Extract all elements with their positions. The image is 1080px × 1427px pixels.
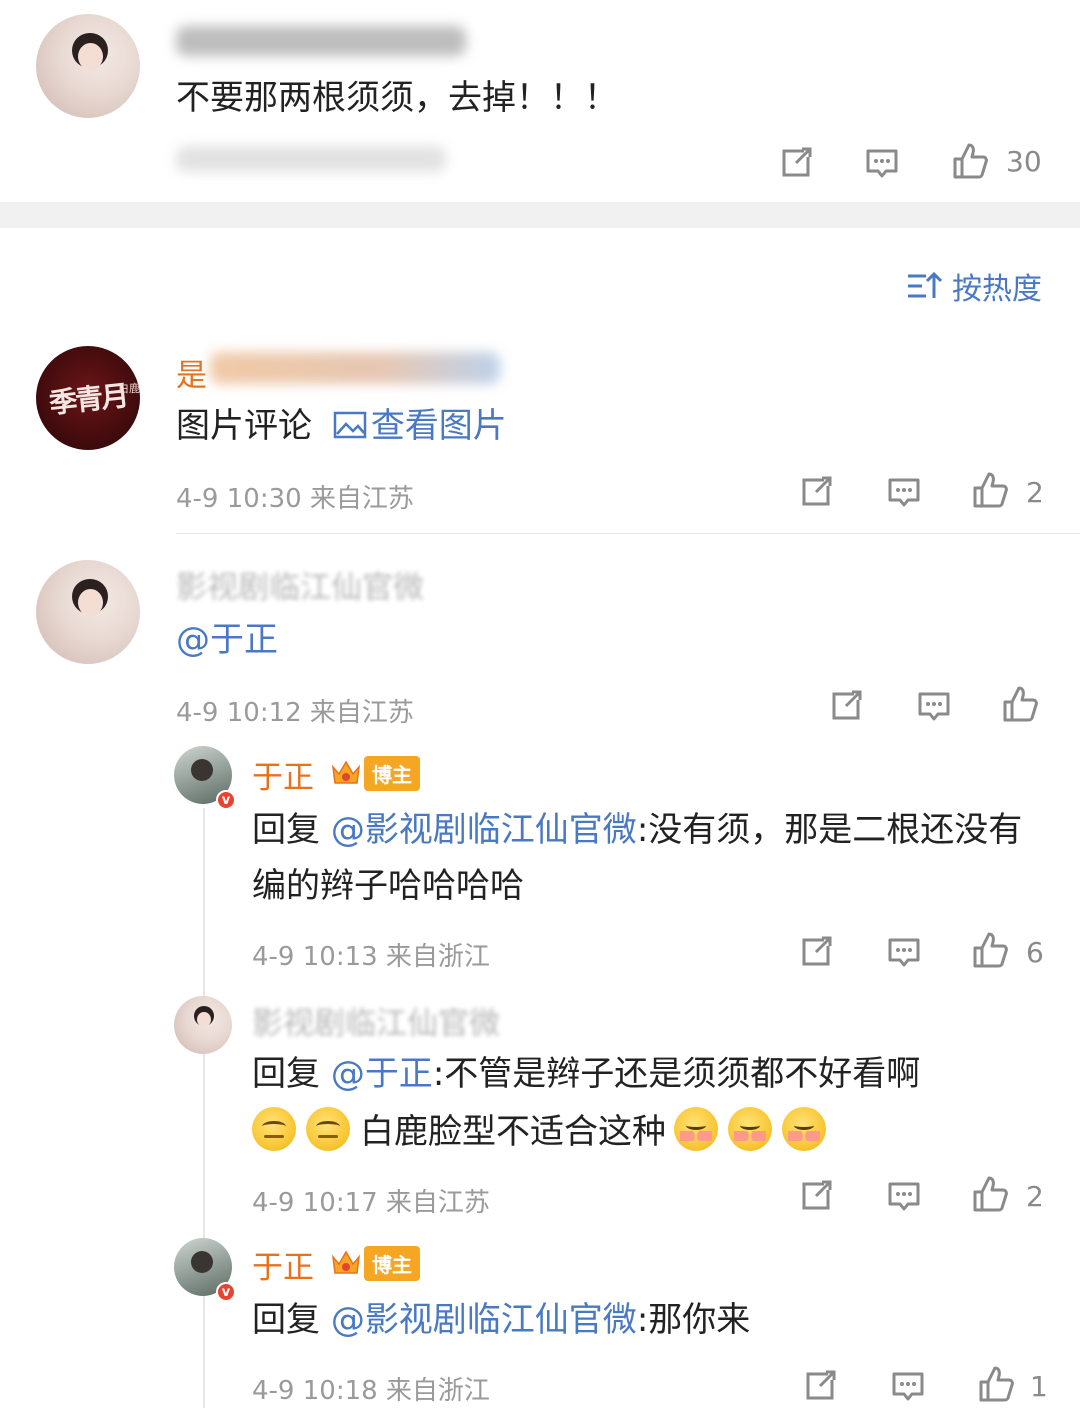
mention-link[interactable]: @影视剧临江仙官微 (331, 810, 637, 850)
reply-text: 回复 @影视剧临江仙官微:没有须，那是二根还没有编的辫子哈哈哈哈 (252, 810, 1023, 906)
section-divider (0, 202, 1080, 228)
repost-icon[interactable] (776, 143, 816, 183)
sad-emoji-icon (252, 1107, 296, 1151)
comment-icon[interactable] (862, 143, 902, 183)
shy-emoji-icon (674, 1107, 718, 1151)
avatar[interactable] (36, 14, 140, 118)
mention-link[interactable]: @影视剧临江仙官微 (331, 1300, 637, 1340)
username[interactable]: 是 (176, 350, 207, 395)
comment-meta: 4-9 10:30 来自江苏 (176, 484, 414, 514)
divider (176, 533, 1080, 534)
avatar-art-text: 季青月 (47, 379, 129, 420)
sort-control[interactable]: 按热度 (906, 266, 1042, 307)
mention-link[interactable]: @于正 (331, 1054, 433, 1094)
comment-text: 图片评论 查看图片 (176, 398, 507, 454)
repost-icon[interactable] (796, 1176, 836, 1216)
username[interactable]: 于正 (252, 752, 314, 797)
mention-link[interactable]: @于正 (176, 612, 278, 668)
avatar[interactable]: 季青月 (36, 346, 140, 450)
comment-icon[interactable] (884, 472, 924, 512)
image-icon (333, 401, 367, 439)
comment-icon[interactable] (884, 1176, 924, 1216)
shy-emoji-icon (782, 1107, 826, 1151)
comment-icon[interactable] (914, 686, 954, 726)
shy-emoji-icon (728, 1107, 772, 1151)
blogger-badge: 博主 (330, 1245, 420, 1281)
crown-icon (331, 1250, 361, 1274)
verified-icon: v (216, 1282, 236, 1302)
username-blurred (176, 26, 466, 56)
crown-icon (331, 760, 361, 784)
avatar-small-text: 白鹿 (118, 382, 140, 395)
username[interactable]: 影视剧临江仙官微 (176, 562, 424, 607)
repost-icon[interactable] (800, 1366, 840, 1406)
like-icon[interactable] (976, 1364, 1016, 1404)
sort-icon (906, 270, 944, 302)
like-icon[interactable] (970, 930, 1010, 970)
sad-emoji-icon (306, 1107, 350, 1151)
comment-text: 不要那两根须须，去掉！！！ (176, 78, 618, 118)
reply-text-line2: 白鹿脸型不适合这种 (252, 1104, 1052, 1160)
meta-blurred (176, 146, 446, 172)
like-icon[interactable] (970, 1174, 1010, 1214)
avatar[interactable] (174, 996, 232, 1054)
reply-text: 回复 @于正:不管是辫子还是须须都不好看啊 (252, 1054, 921, 1094)
username-blurred (210, 352, 500, 384)
like-count: 2 (1026, 1180, 1044, 1213)
comment-icon[interactable] (888, 1366, 928, 1406)
like-count: 2 (1026, 476, 1044, 509)
like-icon[interactable] (1000, 684, 1040, 724)
username[interactable]: 影视剧临江仙官微 (252, 998, 500, 1043)
repost-icon[interactable] (796, 472, 836, 512)
reply-meta: 4-9 10:13 来自浙江 (252, 942, 490, 972)
repost-icon[interactable] (796, 932, 836, 972)
like-icon[interactable] (950, 141, 990, 181)
comment-meta: 4-9 10:12 来自江苏 (176, 698, 414, 728)
reply-text: 回复 @影视剧临江仙官微:那你来 (252, 1300, 751, 1340)
username[interactable]: 于正 (252, 1242, 314, 1287)
like-count: 1 (1030, 1370, 1048, 1403)
like-count: 6 (1026, 936, 1044, 969)
avatar[interactable] (36, 560, 140, 664)
blogger-badge: 博主 (330, 755, 420, 791)
thread-line (203, 808, 205, 1408)
reply-meta: 4-9 10:17 来自江苏 (252, 1188, 490, 1218)
verified-icon: v (216, 790, 236, 810)
like-icon[interactable] (970, 470, 1010, 510)
repost-icon[interactable] (826, 686, 866, 726)
comment-icon[interactable] (884, 932, 924, 972)
view-image-link[interactable]: 查看图片 (323, 406, 507, 446)
like-count: 30 (1006, 145, 1042, 178)
reply-meta: 4-9 10:18 来自浙江 (252, 1376, 490, 1406)
sort-label: 按热度 (952, 272, 1042, 307)
